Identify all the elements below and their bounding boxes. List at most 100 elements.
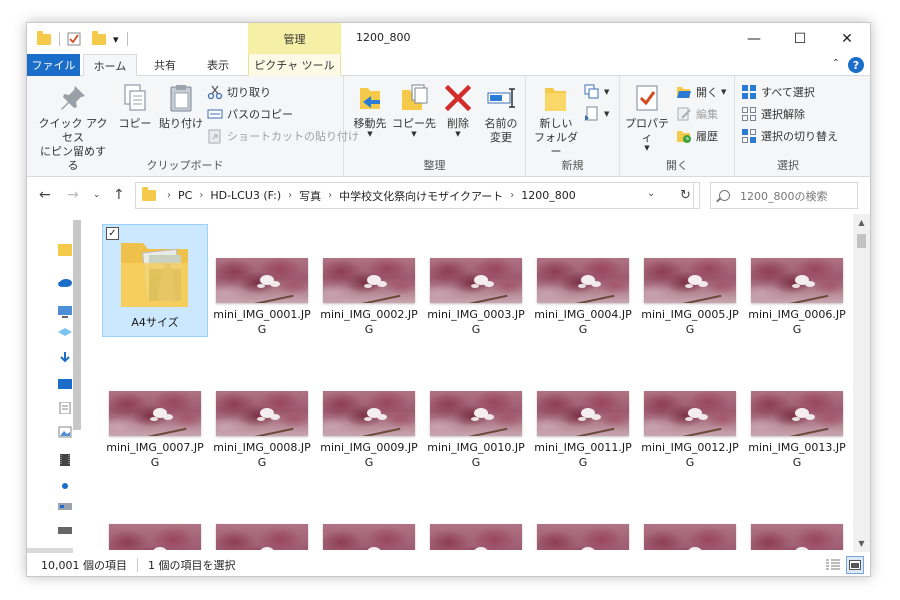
search-box[interactable]: 1200_800の検索 (710, 182, 858, 209)
nav-drive-icon[interactable] (58, 524, 72, 536)
nav-onedrive-icon[interactable] (58, 276, 72, 288)
image-item[interactable] (209, 490, 315, 550)
large-icons-view-icon[interactable] (846, 556, 864, 574)
breadcrumb-drive[interactable]: HD-LCU3 (F:) (210, 189, 281, 202)
maximize-button[interactable]: ☐ (777, 23, 823, 54)
scroll-down-arrow-icon[interactable]: ▼ (853, 535, 870, 552)
invert-selection-button[interactable]: 選択の切り替え (741, 126, 838, 146)
breadcrumb-mosaic-art[interactable]: 中学校文化祭向けモザイクアート (339, 188, 503, 204)
address-history-dropdown-icon[interactable]: ⌄ (647, 188, 655, 199)
image-item[interactable]: mini_IMG_0003.JPG (423, 224, 529, 337)
image-item[interactable]: mini_IMG_0002.JPG (316, 224, 422, 337)
copy-button[interactable]: コピー (115, 82, 155, 131)
back-arrow-icon[interactable]: ← (39, 187, 51, 203)
breadcrumb-chevron-icon[interactable]: › (199, 190, 203, 201)
quick-access-dropdown-icon[interactable]: ▾ (113, 31, 119, 47)
cut-label: 切り取り (227, 86, 271, 99)
vertical-scrollbar[interactable]: ▲ ▼ (853, 214, 870, 552)
image-item[interactable]: mini_IMG_0004.JPG (530, 224, 636, 337)
address-root-chevron-icon[interactable]: › (167, 190, 171, 201)
tab-home[interactable]: ホーム (83, 54, 137, 77)
new-folder-quick-icon[interactable] (92, 30, 106, 47)
copy-path-icon (207, 106, 223, 122)
nav-desktop-icon[interactable] (58, 378, 72, 390)
item-label: mini_IMG_0002.JPG (320, 308, 418, 336)
new-folder-label-line2: フォルダー (534, 131, 578, 158)
new-item-button[interactable]: ▼ (584, 82, 609, 102)
properties-button[interactable]: プロパティ ▼ (622, 82, 672, 152)
image-item[interactable]: mini_IMG_0013.JPG (744, 357, 850, 470)
rename-button[interactable]: 名前の 変更 (480, 82, 522, 145)
image-item[interactable] (316, 490, 422, 550)
nav-videos-icon[interactable] (58, 454, 72, 466)
refresh-icon[interactable]: ↻ (672, 182, 700, 209)
minimize-button[interactable]: — (731, 23, 777, 54)
nav-music-icon[interactable] (58, 480, 72, 492)
copy-path-button[interactable]: パスのコピー (207, 104, 293, 124)
image-item[interactable]: mini_IMG_0010.JPG (423, 357, 529, 470)
tab-share[interactable]: 共有 (140, 54, 190, 76)
paste-shortcut-button[interactable]: ショートカットの貼り付け (207, 126, 359, 146)
address-bar[interactable]: › PC › HD-LCU3 (F:) › 写真 › 中学校文化祭向けモザイクア… (135, 182, 694, 209)
history-button[interactable]: 履歴 (676, 126, 718, 146)
image-item[interactable]: mini_IMG_0008.JPG (209, 357, 315, 470)
nav-documents-icon[interactable] (58, 401, 72, 415)
nav-quick-access-folder-icon[interactable] (58, 244, 72, 256)
scroll-up-arrow-icon[interactable]: ▲ (853, 214, 870, 231)
quick-access-folder-icon[interactable] (37, 30, 51, 47)
copy-to-button[interactable]: コピー先 ▼ (392, 82, 436, 138)
new-folder-button[interactable]: 新しい フォルダー (532, 82, 580, 159)
up-arrow-icon[interactable]: ↑ (113, 187, 125, 203)
image-item[interactable] (637, 490, 743, 550)
properties-check-icon[interactable] (67, 31, 81, 47)
nav-downloads-icon[interactable] (58, 352, 72, 364)
forward-arrow-icon[interactable]: → (67, 187, 79, 203)
nav-pc-icon[interactable] (58, 306, 72, 318)
folder-item-a4[interactable]: ✓ A4サイズ (102, 224, 208, 337)
pin-label-line1: クイック アクセス (38, 117, 108, 144)
select-none-button[interactable]: 選択解除 (741, 104, 805, 124)
image-item[interactable]: mini_IMG_0007.JPG (102, 357, 208, 470)
breadcrumb-current[interactable]: 1200_800 (521, 189, 576, 202)
ribbon-collapse-icon[interactable]: ⌃ (832, 58, 840, 69)
image-item[interactable]: mini_IMG_0006.JPG (744, 224, 850, 337)
nav-3d-objects-icon[interactable] (58, 328, 72, 340)
easy-access-button[interactable]: ▼ (584, 104, 609, 124)
properties-label: プロパティ (625, 117, 669, 144)
details-view-icon[interactable] (824, 556, 842, 574)
recent-locations-chevron-icon[interactable]: ⌄ (93, 190, 101, 200)
image-item[interactable]: mini_IMG_0005.JPG (637, 224, 743, 337)
breadcrumb-chevron-icon[interactable]: › (328, 190, 332, 201)
image-thumbnail (323, 391, 415, 436)
nav-local-disk-icon[interactable] (58, 500, 72, 512)
image-item[interactable] (423, 490, 529, 550)
image-item[interactable]: mini_IMG_0001.JPG (209, 224, 315, 337)
scrollbar-thumb[interactable] (857, 234, 866, 248)
breadcrumb-pc[interactable]: PC (178, 189, 192, 202)
paste-button[interactable]: 貼り付け (157, 82, 205, 131)
delete-button[interactable]: 削除 ▼ (440, 82, 476, 138)
edit-button[interactable]: 編集 (676, 104, 718, 124)
breadcrumb-photos[interactable]: 写真 (299, 188, 321, 204)
image-item[interactable] (102, 490, 208, 550)
close-button[interactable]: ✕ (824, 23, 870, 54)
breadcrumb-chevron-icon[interactable]: › (288, 190, 292, 201)
move-to-button[interactable]: 移動先 ▼ (348, 82, 392, 138)
select-all-button[interactable]: すべて選択 (741, 82, 815, 102)
nav-pictures-icon[interactable] (58, 426, 72, 438)
image-item[interactable]: mini_IMG_0012.JPG (637, 357, 743, 470)
image-item[interactable] (744, 490, 850, 550)
nav-pane-scrollbar-thumb[interactable] (73, 220, 81, 430)
copy-to-label: コピー先 (392, 117, 436, 130)
image-item[interactable]: mini_IMG_0011.JPG (530, 357, 636, 470)
breadcrumb-chevron-icon[interactable]: › (510, 190, 514, 201)
open-button[interactable]: 開く ▼ (676, 82, 726, 102)
help-icon[interactable]: ? (848, 57, 864, 73)
cut-button[interactable]: 切り取り (207, 82, 271, 102)
image-item[interactable] (530, 490, 636, 550)
tab-view[interactable]: 表示 (193, 54, 243, 76)
image-thumbnail (323, 524, 415, 550)
tab-picture-tools[interactable]: ピクチャ ツール (248, 54, 341, 76)
tab-file[interactable]: ファイル (27, 54, 80, 76)
image-item[interactable]: mini_IMG_0009.JPG (316, 357, 422, 470)
